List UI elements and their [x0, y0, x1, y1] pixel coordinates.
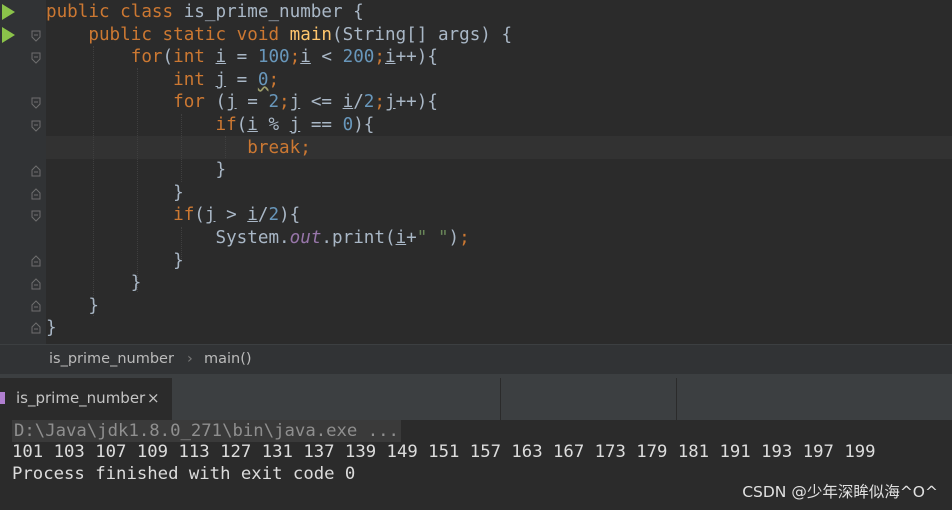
breadcrumb-class[interactable]: is_prime_number: [49, 351, 174, 367]
fold-icon[interactable]: [31, 210, 41, 222]
watermark: CSDN @少年深眸似海^O^: [742, 483, 938, 501]
code-text[interactable]: public class is_prime_number { public st…: [46, 1, 512, 340]
fold-icon[interactable]: [31, 30, 41, 42]
code-line: }: [88, 295, 99, 316]
code-line: for(int i = 100;i < 200;i++){: [130, 47, 438, 68]
breadcrumb-separator: ›: [187, 351, 193, 367]
run-class-icon[interactable]: [2, 4, 15, 20]
code-line: public class is_prime_number {: [46, 2, 364, 22]
code-line: break;: [247, 137, 311, 158]
panel-divider: [500, 378, 501, 420]
code-line: }: [130, 273, 142, 294]
fold-icon[interactable]: [31, 165, 41, 177]
run-tab-label: is_prime_number: [16, 389, 146, 407]
panel-divider: [676, 378, 677, 420]
code-line: int j = 0;: [173, 69, 280, 90]
fold-icon[interactable]: [31, 322, 41, 334]
code-line: if(j > i/2){: [173, 205, 301, 226]
breadcrumb: is_prime_number › main(): [0, 344, 952, 375]
code-line: }: [173, 182, 184, 203]
console-command[interactable]: D:\Java\jdk1.8.0_271\bin\java.exe ...: [12, 420, 401, 442]
code-line: }: [46, 318, 57, 339]
close-icon[interactable]: ×: [147, 389, 160, 407]
java-class-icon: [0, 392, 5, 404]
code-line: }: [215, 160, 227, 181]
code-line: for (j = 2;j <= i/2;j++){: [173, 92, 438, 113]
fold-icon[interactable]: [31, 188, 41, 200]
code-line: System.out.print(i+" ");: [215, 227, 470, 248]
code-line: if(i % j == 0){: [215, 114, 375, 135]
code-line: }: [173, 250, 184, 271]
run-tool-window-header: is_prime_number ×: [0, 374, 952, 420]
run-main-icon[interactable]: [2, 27, 15, 43]
console-exit-line: Process finished with exit code 0: [12, 464, 356, 484]
code-line: public static void main(String[] args) {: [88, 24, 513, 45]
fold-icon[interactable]: [31, 300, 41, 312]
run-tab[interactable]: is_prime_number ×: [0, 378, 172, 420]
console-output-line: 101 103 107 109 113 127 131 137 139 149 …: [12, 442, 876, 462]
breadcrumb-method[interactable]: main(): [204, 351, 252, 367]
fold-icon[interactable]: [31, 255, 41, 267]
fold-icon[interactable]: [31, 52, 41, 64]
fold-icon[interactable]: [31, 120, 41, 132]
fold-icon[interactable]: [31, 278, 41, 290]
fold-icon[interactable]: [31, 97, 41, 109]
